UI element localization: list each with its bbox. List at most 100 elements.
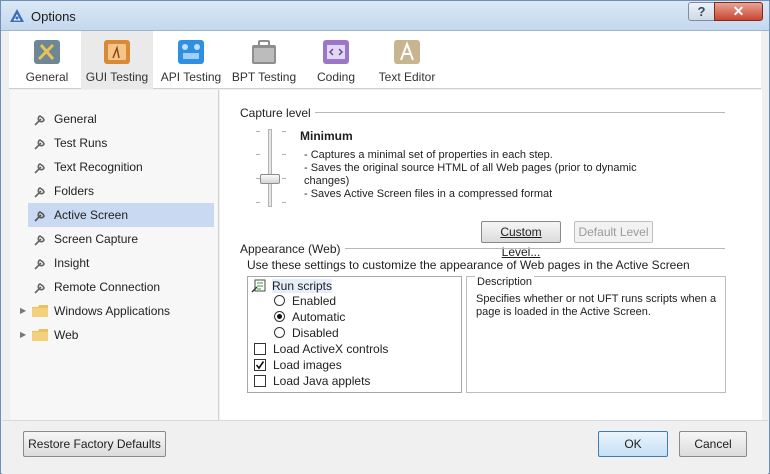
wrench-icon [34, 139, 45, 150]
tab-coding[interactable]: Coding [307, 31, 365, 89]
sidebar-item-windows-applications[interactable]: Windows Applications [28, 299, 214, 323]
sidebar-item-label: Screen Capture [54, 232, 139, 246]
slider-tick [282, 178, 286, 179]
sidebar-item-general[interactable]: General [28, 107, 214, 131]
sidebar-item-text-recognition[interactable]: Text Recognition [28, 155, 214, 179]
close-icon: ✕ [732, 3, 745, 19]
sidebar-item-folders[interactable]: Folders [28, 179, 214, 203]
title-bar[interactable]: Options ? ✕ [1, 1, 769, 31]
button-label: Cancel [694, 437, 732, 451]
wrench-icon [34, 163, 45, 174]
sidebar-item-screen-capture[interactable]: Screen Capture [28, 227, 214, 251]
appearance-title: Appearance (Web) [240, 242, 345, 256]
gui-testing-icon [104, 40, 130, 64]
capture-description-line: changes) [304, 175, 350, 187]
slider-tick [256, 154, 260, 155]
capture-level-slider-track[interactable] [268, 129, 272, 207]
load-java-checkbox[interactable] [254, 375, 266, 387]
wrench-icon [34, 259, 45, 270]
load-activex-label[interactable]: Load ActiveX controls [273, 342, 388, 356]
sidebar-item-remote-connection[interactable]: Remote Connection [28, 275, 214, 299]
expand-arrow-icon[interactable]: ▶ [20, 306, 26, 315]
button-label: Custom Level... [500, 225, 542, 259]
sidebar-item-test-runs[interactable]: Test Runs [28, 131, 214, 155]
slider-tick [282, 154, 286, 155]
window-title: Options [31, 9, 76, 24]
radio-enabled[interactable] [274, 295, 285, 306]
sidebar-item-active-screen[interactable]: Active Screen [28, 203, 214, 227]
default-level-button[interactable]: Default Level [574, 221, 653, 243]
tab-general[interactable]: General [15, 31, 79, 89]
ok-button[interactable]: OK [598, 431, 668, 457]
sidebar-item-label: Remote Connection [54, 280, 161, 294]
restore-factory-defaults-button[interactable]: Restore Factory Defaults [23, 431, 166, 457]
sidebar-item-label: Active Screen [54, 208, 129, 222]
wrench-icon [34, 211, 45, 222]
tab-label: Text Editor [378, 70, 436, 84]
tab-api-testing[interactable]: API Testing [155, 31, 227, 89]
radio-disabled-label[interactable]: Disabled [292, 326, 339, 340]
tab-gui-testing[interactable]: GUI Testing [81, 31, 153, 89]
api-testing-icon [178, 40, 204, 64]
close-button[interactable]: ✕ [714, 2, 763, 21]
capture-level-name: Minimum [300, 129, 353, 143]
capture-description-line: - Captures a minimal set of properties i… [304, 149, 553, 161]
load-images-label[interactable]: Load images [273, 358, 342, 372]
load-java-label[interactable]: Load Java applets [273, 374, 370, 388]
options-tree: General Test Runs Text Recognition Folde… [10, 90, 219, 420]
help-button[interactable]: ? [688, 2, 715, 21]
button-label: Default Level [578, 225, 649, 239]
slider-tick [256, 202, 260, 203]
load-activex-checkbox[interactable] [254, 343, 266, 355]
wrench-icon [34, 283, 45, 294]
description-text-line: Specifies whether or not UFT runs script… [476, 293, 717, 305]
help-icon: ? [697, 4, 706, 19]
radio-enabled-label[interactable]: Enabled [292, 294, 336, 308]
options-dialog: Options ? ✕ General GUI Testing API Test… [0, 0, 770, 474]
category-tab-bar: General GUI Testing API Testing BPT Test… [9, 31, 761, 89]
radio-automatic[interactable] [274, 311, 285, 322]
script-icon [251, 279, 266, 293]
sidebar-item-label: Folders [54, 184, 95, 198]
sidebar-item-label: General [54, 112, 97, 126]
tab-label: GUI Testing [85, 70, 149, 84]
button-label: OK [624, 437, 642, 451]
cancel-button[interactable]: Cancel [679, 431, 747, 457]
description-text-line: page is loaded in the Active Screen. [476, 306, 651, 318]
tab-label: Coding [316, 70, 356, 84]
expand-arrow-icon[interactable]: ▶ [20, 330, 26, 339]
tab-bpt-testing[interactable]: BPT Testing [229, 31, 299, 89]
slider-tick [282, 131, 286, 132]
slider-tick [282, 202, 286, 203]
wrench-icon [34, 187, 45, 198]
tab-label: BPT Testing [231, 70, 297, 84]
run-scripts-label[interactable]: Run scripts [272, 279, 333, 293]
custom-level-button[interactable]: Custom Level... [481, 221, 561, 259]
description-title: Description [475, 276, 535, 288]
app-logo-icon [10, 9, 24, 22]
capture-description-line: - Saves Active Screen files in a compres… [304, 188, 553, 200]
sidebar-item-label: Windows Applications [54, 304, 171, 318]
folder-icon [32, 305, 48, 317]
tab-text-editor[interactable]: Text Editor [373, 31, 441, 89]
slider-tick [256, 131, 260, 132]
bpt-testing-icon [252, 40, 276, 64]
sidebar-item-label: Insight [54, 256, 90, 270]
text-editor-icon [394, 40, 420, 64]
appearance-intro: Use these settings to customize the appe… [247, 258, 690, 272]
tools-icon [34, 40, 60, 64]
checkmark-icon [255, 361, 265, 370]
load-images-checkbox[interactable] [254, 359, 266, 371]
sidebar-item-insight[interactable]: Insight [28, 251, 214, 275]
wrench-icon [34, 115, 45, 126]
tab-label: General [25, 70, 69, 84]
radio-automatic-label[interactable]: Automatic [292, 310, 345, 324]
capture-level-slider-thumb[interactable] [260, 174, 280, 184]
capture-description-line: - Saves the original source HTML of all … [304, 162, 637, 174]
capture-level-title: Capture level [240, 106, 315, 120]
sidebar-item-web[interactable]: Web [28, 323, 214, 347]
radio-disabled[interactable] [274, 327, 285, 338]
folder-icon [32, 329, 48, 341]
sidebar-item-label: Web [54, 328, 79, 342]
sidebar-item-label: Text Recognition [54, 160, 143, 174]
